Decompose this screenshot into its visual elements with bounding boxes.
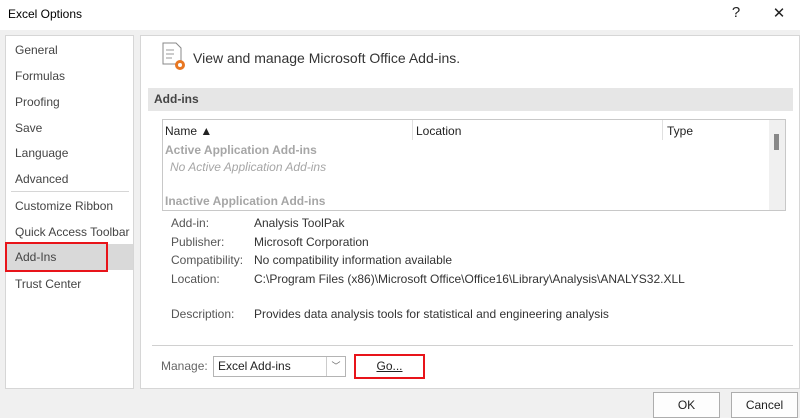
sidebar-item-add-ins[interactable]: Add-Ins <box>5 242 133 272</box>
title-bar: Excel Options ? ✕ <box>0 0 800 30</box>
sidebar-item-general[interactable]: General <box>6 37 133 63</box>
detail-label-compatibility: Compatibility: <box>171 253 244 267</box>
sidebar-item-label: Add-Ins <box>5 242 108 272</box>
detail-label-addin: Add-in: <box>171 216 210 230</box>
ok-button[interactable]: OK <box>653 392 720 418</box>
sidebar-item-save[interactable]: Save <box>6 115 133 141</box>
sidebar: General Formulas Proofing Save Language … <box>5 35 134 389</box>
help-button[interactable]: ? <box>725 4 747 21</box>
sidebar-item-language[interactable]: Language <box>6 140 133 166</box>
detail-label-location: Location: <box>171 272 220 286</box>
scrollbar[interactable] <box>769 120 785 210</box>
manage-label: Manage: <box>161 359 208 373</box>
sidebar-item-advanced[interactable]: Advanced <box>6 166 133 192</box>
sidebar-divider <box>11 191 129 192</box>
detail-label-description: Description: <box>171 307 235 321</box>
sidebar-item-trust-center[interactable]: Trust Center <box>6 271 133 297</box>
detail-label-publisher: Publisher: <box>171 235 225 249</box>
sidebar-item-formulas[interactable]: Formulas <box>6 63 133 89</box>
window-title: Excel Options <box>8 7 83 21</box>
column-header-name[interactable]: Name ▲ <box>165 124 212 138</box>
detail-value-publisher: Microsoft Corporation <box>254 235 369 249</box>
scrollbar-thumb[interactable] <box>774 134 779 150</box>
detail-value-description: Provides data analysis tools for statist… <box>254 307 609 321</box>
detail-value-location: C:\Program Files (x86)\Microsoft Office\… <box>254 272 685 286</box>
close-button[interactable]: ✕ <box>768 4 790 22</box>
divider <box>152 345 793 346</box>
column-divider <box>412 120 413 140</box>
detail-value-addin: Analysis ToolPak <box>254 216 345 230</box>
add-ins-table[interactable]: Name ▲ Location Type Active Application … <box>162 119 786 211</box>
sidebar-item-quick-access-toolbar[interactable]: Quick Access Toolbar <box>6 219 133 245</box>
column-header-type[interactable]: Type <box>667 124 693 138</box>
manage-select-value: Excel Add-ins <box>218 359 291 373</box>
group-inactive: Inactive Application Add-ins <box>165 194 326 208</box>
sidebar-item-customize-ribbon[interactable]: Customize Ribbon <box>6 193 133 219</box>
empty-active-message: No Active Application Add-ins <box>170 160 327 174</box>
column-divider <box>662 120 663 140</box>
section-header: Add-ins <box>148 88 793 111</box>
manage-select[interactable]: Excel Add-ins ﹀ <box>213 356 346 377</box>
chevron-down-icon[interactable]: ﹀ <box>326 357 345 376</box>
add-ins-gear-icon <box>162 42 188 75</box>
column-header-location[interactable]: Location <box>416 124 461 138</box>
detail-value-compatibility: No compatibility information available <box>254 253 453 267</box>
group-active: Active Application Add-ins <box>165 143 317 157</box>
go-button[interactable]: Go... <box>354 354 425 379</box>
cancel-button[interactable]: Cancel <box>731 392 798 418</box>
sidebar-item-proofing[interactable]: Proofing <box>6 89 133 115</box>
page-heading: View and manage Microsoft Office Add-ins… <box>193 50 461 66</box>
